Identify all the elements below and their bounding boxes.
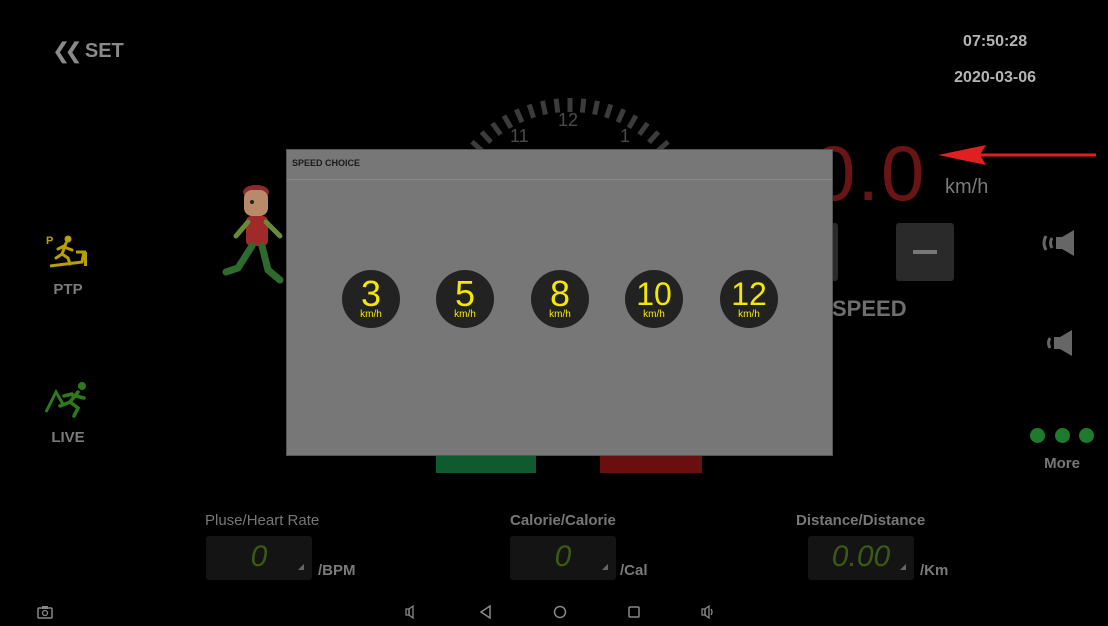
speaker-icon[interactable]	[1044, 328, 1084, 358]
clock: 07:50:28 2020-03-06	[954, 24, 1036, 96]
clock-date: 2020-03-06	[954, 69, 1036, 86]
start-button[interactable]	[436, 455, 536, 473]
calorie-unit: /Cal	[620, 562, 648, 579]
volume-down-icon[interactable]	[402, 604, 418, 620]
speed-options: 3 km/h 5 km/h 8 km/h 10 km/h 12 km/h	[342, 270, 782, 332]
dial-tick	[637, 121, 650, 137]
dropdown-triangle-icon: ◢	[297, 562, 304, 571]
speed-choice-dialog: SPEED CHOICE 3 km/h 5 km/h 8 km/h 10 km/…	[287, 150, 832, 455]
speed-option-value: 8	[549, 273, 571, 314]
back-set-label: SET	[84, 39, 124, 62]
calorie-title: Calorie/Calorie	[510, 512, 616, 529]
calorie-metric: Calorie/Calorie 0 ◢ /Cal	[510, 512, 648, 580]
speed-minus-button[interactable]	[896, 223, 954, 281]
dial-tick	[647, 130, 661, 144]
treadmill-screen: ❮❮ SET 07:50:28 2020-03-06 11 12 1 0.0 k…	[0, 0, 1108, 626]
dial-tick	[540, 100, 548, 116]
ptp-mode-button[interactable]: P PTP	[38, 232, 98, 298]
treadmill-ptp-icon: P	[46, 235, 87, 268]
speed-option-unit: km/h	[738, 309, 760, 320]
dial-label-11: 11	[510, 126, 529, 146]
android-nav-bar	[0, 600, 1108, 626]
speed-option-value: 5	[454, 273, 476, 314]
dial-tick	[615, 108, 626, 124]
distance-box: 0.00 ◢	[808, 536, 914, 580]
distance-value: 0.00	[831, 540, 891, 573]
runner-character-icon	[222, 185, 284, 284]
dial-tick	[526, 103, 536, 119]
dial-tick	[490, 121, 503, 137]
back-triangle-icon[interactable]	[478, 604, 494, 620]
speed-unit: km/h	[945, 176, 989, 198]
heart-rate-unit: /BPM	[318, 562, 356, 579]
speed-label: SPEED	[832, 296, 907, 321]
speed-option-12[interactable]: 12 km/h	[720, 270, 778, 328]
dial-tick	[579, 98, 587, 113]
heart-rate-value: 0	[250, 540, 268, 573]
runner-live-icon	[44, 382, 86, 418]
home-circle-icon[interactable]	[552, 604, 568, 620]
speed-option-unit: km/h	[454, 309, 476, 320]
screenshot-icon[interactable]	[37, 604, 53, 620]
speed-option-unit: km/h	[643, 309, 665, 320]
recents-square-icon[interactable]	[626, 604, 642, 620]
dial-label-12: 12	[558, 110, 578, 130]
speed-option-10[interactable]: 10 km/h	[625, 270, 683, 328]
heart-rate-title: Pluse/Heart Rate	[205, 512, 320, 529]
dropdown-triangle-icon: ◢	[899, 562, 906, 571]
distance-title: Distance/Distance	[796, 512, 926, 529]
speed-option-unit: km/h	[549, 309, 571, 320]
live-label: LIVE	[51, 429, 85, 446]
ptp-label: PTP	[53, 281, 83, 298]
red-arrow-icon	[938, 145, 1096, 165]
dropdown-triangle-icon: ◢	[601, 562, 608, 571]
dial-tick	[514, 108, 525, 124]
distance-unit: /Km	[920, 562, 949, 579]
speed-option-5[interactable]: 5 km/h	[436, 270, 494, 328]
heart-rate-metric: Pluse/Heart Rate 0 ◢ /BPM	[205, 512, 356, 580]
live-mode-button[interactable]: LIVE	[38, 380, 98, 446]
speaker-loud-icon[interactable]	[1040, 228, 1080, 258]
clock-time: 07:50:28	[963, 33, 1028, 50]
dial-tick	[604, 103, 614, 119]
svg-text:P: P	[46, 235, 53, 247]
speed-option-unit: km/h	[360, 309, 382, 320]
volume-up-icon[interactable]	[700, 604, 716, 620]
more-button[interactable]: More	[1030, 428, 1094, 472]
speed-option-8[interactable]: 8 km/h	[531, 270, 589, 328]
double-chevron-left-icon: ❮❮	[52, 38, 83, 63]
calorie-value: 0	[554, 540, 572, 573]
dialog-title: SPEED CHOICE	[287, 150, 832, 180]
back-set-button[interactable]: ❮❮ SET	[52, 38, 124, 64]
distance-metric: Distance/Distance 0.00 ◢ /Km	[796, 512, 948, 580]
more-dots-icon	[1030, 428, 1094, 443]
stop-button[interactable]	[600, 455, 702, 473]
speed-option-value: 10	[636, 276, 672, 312]
heart-rate-box: 0 ◢	[206, 536, 312, 580]
speed-option-value: 3	[360, 273, 382, 314]
dial-tick	[479, 130, 493, 144]
speed-option-value: 12	[731, 276, 767, 312]
dial-tick	[626, 114, 639, 130]
calorie-box: 0 ◢	[510, 536, 616, 580]
more-label: More	[1044, 455, 1080, 472]
speed-option-3[interactable]: 3 km/h	[342, 270, 400, 328]
dial-label-1: 1	[620, 126, 630, 146]
dial-tick	[592, 100, 600, 116]
